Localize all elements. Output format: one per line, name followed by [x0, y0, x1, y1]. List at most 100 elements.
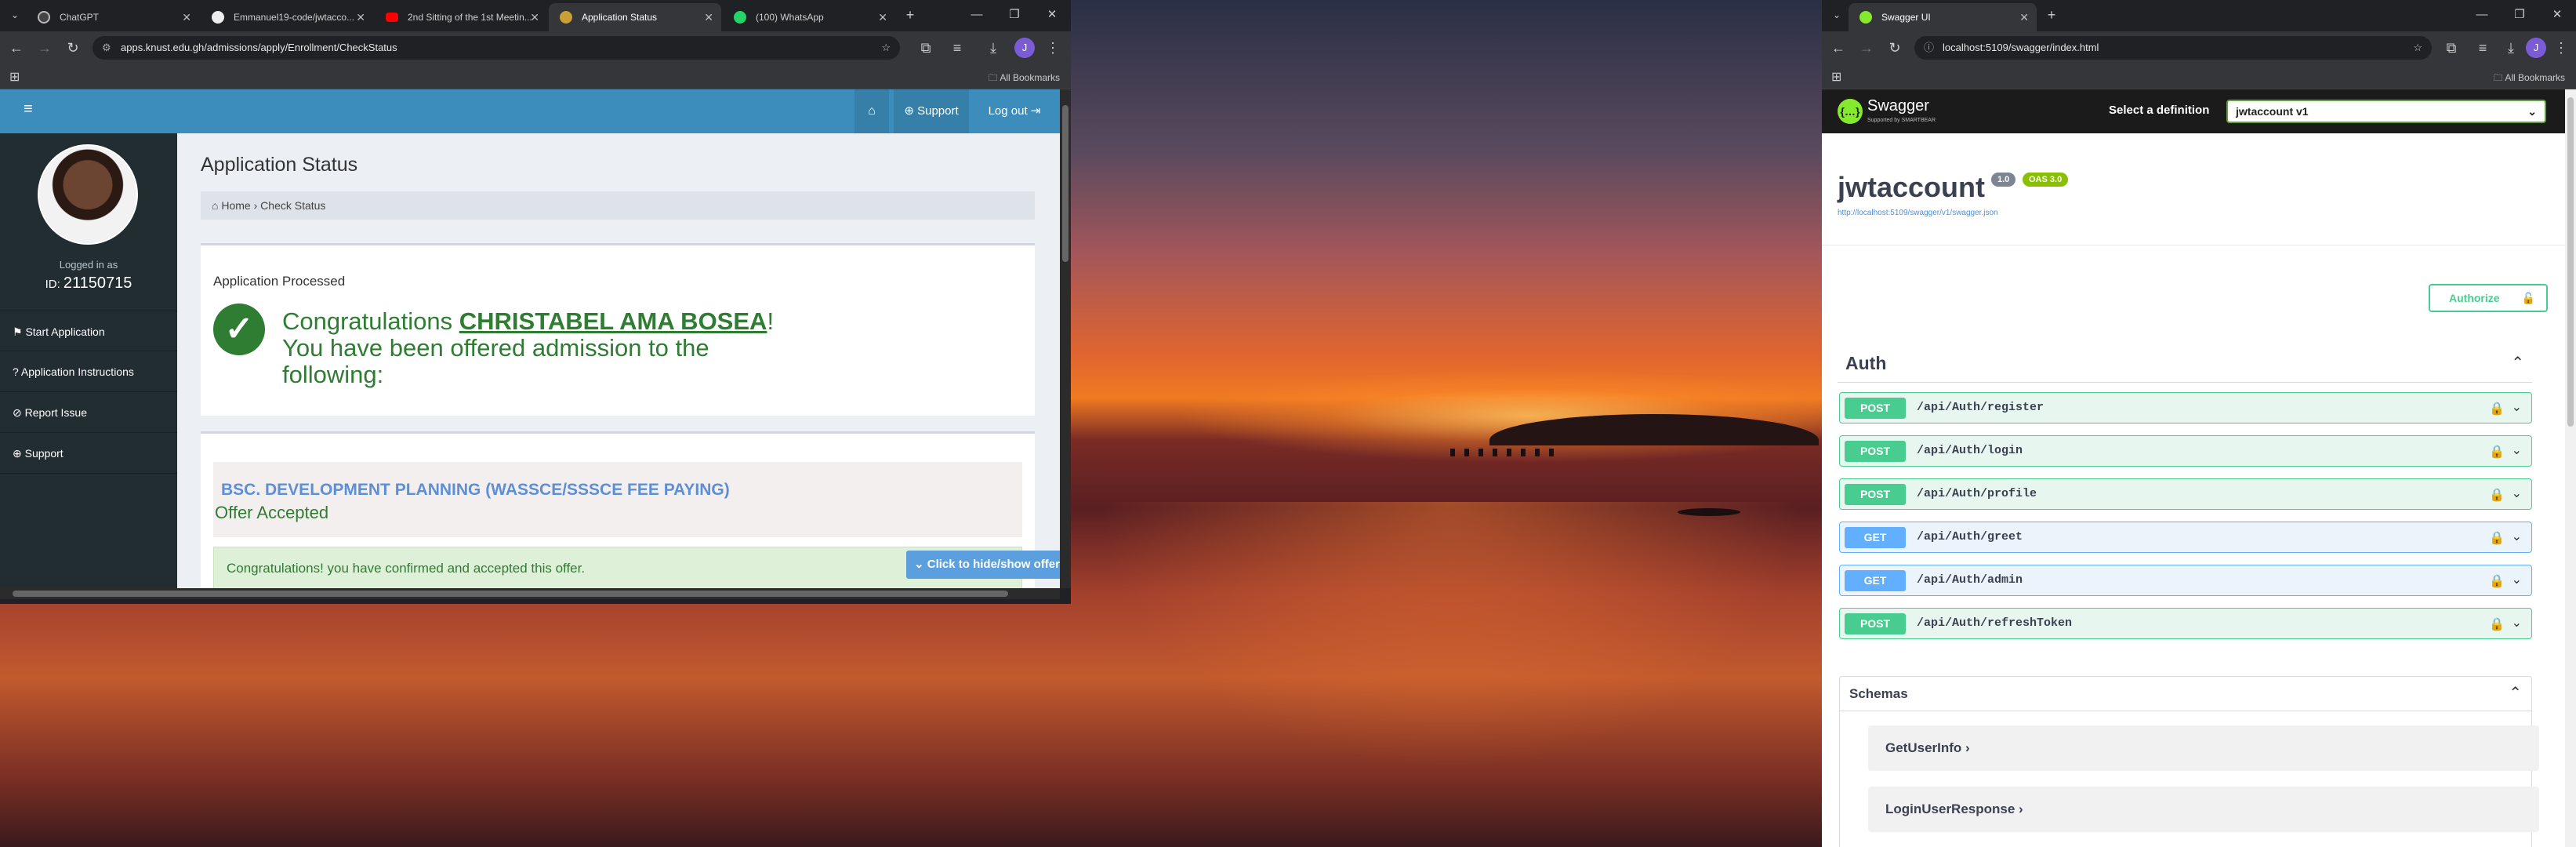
sidebar-item-support[interactable]: ⊕ Support [0, 433, 177, 474]
youtube-icon [386, 13, 398, 22]
swagger-logo-icon: {…} [1838, 99, 1863, 124]
scroll-thumb[interactable] [13, 591, 1008, 597]
tab-application-status[interactable]: Application Status ✕ [549, 3, 721, 31]
minimize-icon[interactable]: — [2463, 0, 2501, 31]
endpoint-path: /api/Auth/refreshToken [1917, 616, 2073, 630]
vertical-scrollbar[interactable] [2565, 89, 2576, 847]
definition-select[interactable]: jwtaccount v1 ⌄ [2226, 100, 2546, 123]
lock-icon[interactable]: 🔒 [2489, 444, 2505, 459]
offer-status: Offer Accepted [215, 503, 329, 522]
endpoint-register[interactable]: POST /api/Auth/register 🔒 ⌄ [1839, 392, 2532, 424]
forward-icon[interactable]: → [1856, 38, 1877, 58]
method-badge: GET [1845, 527, 1906, 548]
profile-avatar[interactable]: J [2526, 38, 2546, 58]
back-icon[interactable]: ← [1828, 38, 1849, 58]
close-icon[interactable]: ✕ [356, 3, 365, 31]
extensions-icon[interactable]: ⧉ [916, 38, 936, 58]
oas-badge: OAS 3.0 [2023, 173, 2069, 187]
lock-icon[interactable]: 🔒 [2489, 530, 2505, 545]
tab-chatgpt[interactable]: ChatGPT ✕ [27, 3, 199, 31]
sidebar-item-report-issue[interactable]: ⊘ Report Issue [0, 392, 177, 433]
logout-button[interactable]: Log out ⇥ [975, 89, 1054, 133]
sidebar-toggle-icon[interactable]: ≡ [24, 100, 33, 118]
lock-icon[interactable]: 🔒 [2489, 616, 2505, 631]
url-text: localhost:5109/swagger/index.html [1943, 42, 2099, 53]
media-icon[interactable]: ≡ [2473, 38, 2493, 58]
sidebar: Logged in as ID: 21150715 ⚑ Start Applic… [0, 133, 177, 588]
avatar [38, 144, 138, 245]
schema-get-user-info[interactable]: GetUserInfo › [1868, 725, 2539, 771]
lock-icon[interactable]: 🔒 [2489, 487, 2505, 502]
endpoint-path: /api/Auth/register [1917, 401, 2044, 414]
new-tab-icon[interactable]: + [900, 5, 920, 25]
endpoint-refresh-token[interactable]: POST /api/Auth/refreshToken 🔒 ⌄ [1839, 608, 2532, 639]
tab-swagger[interactable]: Swagger UI ✕ [1849, 3, 2037, 31]
bookmark-star-icon[interactable]: ☆ [881, 36, 891, 60]
home-button[interactable]: ⌂ [854, 89, 889, 133]
scroll-thumb[interactable] [2567, 97, 2574, 427]
authorize-button[interactable]: Authorize 🔓 [2429, 284, 2548, 312]
close-icon[interactable]: ✕ [530, 3, 539, 31]
check-circle-icon: ✓ [213, 304, 265, 355]
auth-section-header[interactable]: Auth ⌃ [1838, 345, 2532, 383]
spec-link[interactable]: http://localhost:5109/swagger/v1/swagger… [1838, 209, 1998, 217]
apps-grid-icon[interactable]: ⊞ [1831, 69, 1841, 85]
sidebar-item-start-application[interactable]: ⚑ Start Application [0, 311, 177, 351]
sidebar-item-instructions[interactable]: ? Application Instructions [0, 351, 177, 392]
chevron-down-icon: ⌄ [2511, 487, 2522, 500]
address-bar[interactable]: ⓘ localhost:5109/swagger/index.html ☆ [1914, 36, 2432, 60]
download-icon[interactable]: ⤓ [2501, 38, 2521, 58]
toggle-offer-button[interactable]: ⌄ Click to hide/show offer d [906, 551, 1060, 579]
endpoint-profile[interactable]: POST /api/Auth/profile 🔒 ⌄ [1839, 478, 2532, 510]
tab-search-icon[interactable]: ⌄ [5, 5, 25, 25]
tab-search-icon[interactable]: ⌄ [1827, 5, 1847, 25]
address-bar[interactable]: ⚙ apps.knust.edu.gh/admissions/apply/Enr… [93, 36, 900, 60]
tab-youtube[interactable]: 2nd Sitting of the 1st Meetin... ✕ [375, 3, 547, 31]
close-icon[interactable]: ✕ [2019, 3, 2029, 31]
menu-icon[interactable]: ⋮ [2551, 38, 2571, 58]
swagger-topbar: {…} Swagger Supported by SMARTBEAR Selec… [1822, 89, 2565, 133]
horizontal-scrollbar[interactable] [0, 588, 1060, 599]
offer-header: BSC. DEVELOPMENT PLANNING (WASSCE/SSSCE … [213, 462, 1022, 537]
reload-icon[interactable]: ↻ [1885, 38, 1905, 58]
close-icon[interactable]: ✕ [182, 3, 191, 31]
bookmark-star-icon[interactable]: ☆ [2413, 36, 2422, 60]
all-bookmarks[interactable]: 🗀 All Bookmarks [989, 71, 1060, 87]
tab-github[interactable]: Emmanuel19-code/jwtacco... ✕ [201, 3, 373, 31]
endpoint-greet[interactable]: GET /api/Auth/greet 🔒 ⌄ [1839, 522, 2532, 553]
extensions-icon[interactable]: ⧉ [2441, 38, 2462, 58]
media-icon[interactable]: ≡ [947, 38, 967, 58]
folder-icon: 🗀 [988, 72, 1000, 83]
apps-grid-icon[interactable]: ⊞ [9, 69, 20, 85]
endpoint-login[interactable]: POST /api/Auth/login 🔒 ⌄ [1839, 435, 2532, 467]
forward-icon[interactable]: → [34, 38, 55, 58]
site-info-icon: ⓘ [1924, 42, 1935, 53]
vertical-scrollbar[interactable] [1060, 89, 1071, 588]
window-close-icon[interactable]: ✕ [2538, 0, 2576, 31]
profile-avatar[interactable]: J [1014, 38, 1035, 58]
download-icon[interactable]: ⤓ [983, 38, 1003, 58]
menu-icon[interactable]: ⋮ [1043, 38, 1063, 58]
swagger-logo-sub: Supported by SMARTBEAR [1867, 118, 1936, 123]
schema-login-user-response[interactable]: LoginUserResponse › [1868, 787, 2539, 832]
schemas-header[interactable]: Schemas ⌃ [1840, 677, 2531, 711]
endpoint-admin[interactable]: GET /api/Auth/admin 🔒 ⌄ [1839, 565, 2532, 596]
close-icon[interactable]: ✕ [704, 3, 713, 31]
back-icon[interactable]: ← [6, 38, 27, 58]
new-tab-icon[interactable]: + [2041, 5, 2062, 25]
support-nav-button[interactable]: ⊕ Support [894, 89, 969, 133]
restore-icon[interactable]: ❐ [2501, 0, 2538, 31]
scroll-thumb[interactable] [1062, 105, 1068, 262]
close-icon[interactable]: ✕ [878, 3, 887, 31]
tab-whatsapp[interactable]: (100) WhatsApp ✕ [723, 3, 895, 31]
window-close-icon[interactable]: ✕ [1033, 0, 1071, 31]
breadcrumb-home[interactable]: Home [221, 199, 250, 212]
all-bookmarks[interactable]: 🗀 All Bookmarks [2494, 71, 2565, 87]
lock-icon[interactable]: 🔒 [2489, 573, 2505, 588]
right-toolbar: ← → ↻ ⓘ localhost:5109/swagger/index.htm… [1822, 31, 2576, 64]
minimize-icon[interactable]: — [958, 0, 996, 31]
restore-icon[interactable]: ❐ [996, 0, 1033, 31]
reload-icon[interactable]: ↻ [63, 38, 83, 58]
lock-icon[interactable]: 🔒 [2489, 401, 2505, 416]
chevron-down-icon: ⌄ [2511, 616, 2522, 630]
